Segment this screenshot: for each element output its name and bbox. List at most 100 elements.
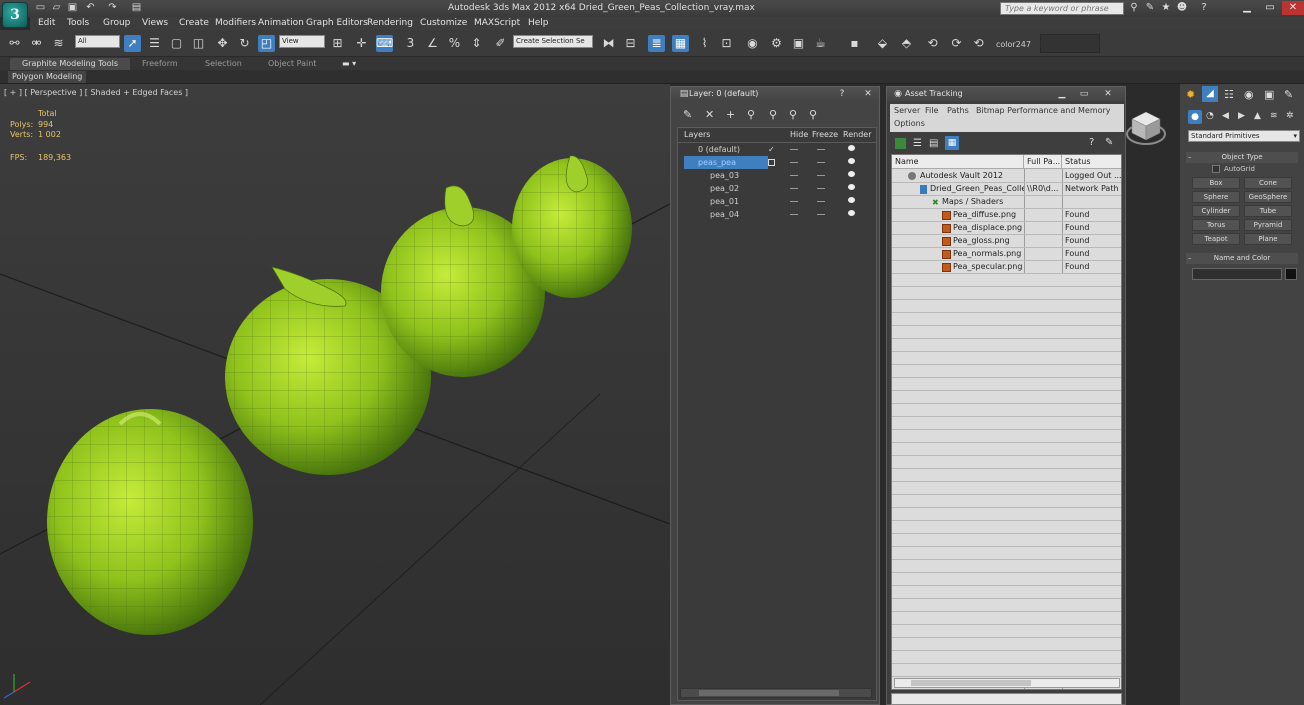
new-file-icon[interactable]: ▭ — [34, 2, 47, 14]
mirror-icon[interactable]: ⧓ — [600, 35, 617, 52]
render-eye-icon[interactable] — [848, 171, 855, 177]
object-type-rollout[interactable]: – Object Type — [1186, 152, 1298, 163]
menu-maxscript[interactable]: MAXScript — [474, 18, 520, 28]
col-hide[interactable]: Hide — [790, 130, 808, 139]
col-freeze[interactable]: Freeze — [812, 130, 838, 139]
shapes-icon[interactable]: ◔ — [1206, 111, 1214, 121]
cylinder-button[interactable]: Cylinder — [1192, 205, 1240, 217]
menu-rendering[interactable]: Rendering — [367, 18, 413, 28]
layer-manager-icon[interactable]: ≣ — [648, 35, 665, 52]
asset-row[interactable]: ✖ Maps / Shaders — [892, 196, 1121, 209]
sphere-button[interactable]: Sphere — [1192, 191, 1240, 203]
render-eye-icon[interactable] — [848, 197, 855, 203]
layer-new-icon[interactable]: ✎ — [683, 108, 692, 121]
render-eye-icon[interactable] — [848, 210, 855, 216]
layer-row[interactable]: pea_01 — [680, 195, 874, 208]
systems-icon[interactable]: ✲ — [1286, 111, 1294, 121]
layer-horizontal-scrollbar[interactable] — [680, 688, 872, 698]
vray-icon-6[interactable]: ⟲ — [970, 35, 987, 52]
search-input[interactable]: Type a keyword or phrase — [1000, 2, 1124, 15]
render-setup-icon[interactable]: ⚙ — [768, 35, 785, 52]
menu-edit[interactable]: Edit — [38, 18, 55, 28]
helpers-icon[interactable]: ▲ — [1254, 111, 1261, 121]
vray-icon-3[interactable]: ⬘ — [898, 35, 915, 52]
create-tab-icon[interactable]: ✹ — [1186, 88, 1195, 101]
layer-row[interactable]: 0 (default) ✓ — [680, 143, 874, 156]
select-object-icon[interactable]: ➚ — [124, 35, 141, 52]
asset-menu-options[interactable]: Options — [894, 119, 925, 128]
select-link-icon[interactable]: ⚯ — [6, 35, 23, 52]
asset-row[interactable]: Pea_specular.png Found — [892, 261, 1121, 274]
project-folder-icon[interactable]: ▤ — [130, 2, 143, 14]
edit-named-selection-icon[interactable]: ✐ — [492, 35, 509, 52]
col-full-path[interactable]: Full Pa... — [1024, 155, 1062, 169]
named-selection-dropdown[interactable]: Create Selection Se — [513, 35, 593, 48]
rect-selection-icon[interactable]: ▢ — [168, 35, 185, 52]
percent-snap-icon[interactable]: % — [446, 35, 463, 52]
modify-tab-icon[interactable]: ◢ — [1202, 86, 1218, 102]
tab-freeform[interactable]: Freeform — [142, 58, 178, 70]
hierarchy-tab-icon[interactable]: ☷ — [1224, 88, 1234, 101]
asset-row[interactable]: Pea_diffuse.png Found — [892, 209, 1121, 222]
align-icon[interactable]: ⊟ — [622, 35, 639, 52]
layer-row[interactable]: pea_04 — [680, 208, 874, 221]
polygon-modeling-panel[interactable]: Polygon Modeling — [8, 71, 87, 83]
vray-icon-1[interactable]: ▪ — [846, 35, 863, 52]
user-icon[interactable]: ☻ — [1176, 2, 1188, 14]
menu-customize[interactable]: Customize — [420, 18, 467, 28]
col-layers[interactable]: Layers — [684, 130, 710, 139]
asset-row[interactable]: Autodesk Vault 2012 Logged Out ... — [892, 170, 1121, 183]
viewcube[interactable] — [1126, 108, 1166, 148]
primitive-category-dropdown[interactable]: Standard Primitives ▾ — [1188, 130, 1300, 142]
select-by-name-icon[interactable]: ☰ — [146, 35, 163, 52]
save-file-icon[interactable]: ▣ — [66, 2, 79, 14]
layer-help-button[interactable]: ? — [833, 88, 851, 100]
menu-modifiers[interactable]: Modifiers — [215, 18, 256, 28]
unlink-icon[interactable]: ⚮ — [28, 35, 45, 52]
spinner-snap-icon[interactable]: ⇕ — [468, 35, 485, 52]
torus-button[interactable]: Torus — [1192, 219, 1240, 231]
asset-help-icon[interactable]: ? — [1089, 137, 1094, 148]
render-production-icon[interactable]: ☕ — [812, 35, 829, 52]
asset-row[interactable]: Pea_normals.png Found — [892, 248, 1121, 261]
layer-close-button[interactable]: ✕ — [859, 88, 877, 100]
asset-menu-file[interactable]: File — [925, 106, 938, 115]
curve-editor-icon[interactable]: ⌇ — [696, 35, 713, 52]
help-icon[interactable]: ? — [1198, 2, 1210, 14]
minimize-button[interactable]: ▁ — [1236, 1, 1258, 15]
object-color-swatch[interactable] — [1285, 268, 1297, 280]
layer-freeze-all-icon[interactable]: ⚲ — [809, 108, 817, 121]
window-crossing-icon[interactable]: ◫ — [190, 35, 207, 52]
perspective-viewport[interactable]: [ + ] [ Perspective ] [ Shaded + Edged F… — [0, 84, 670, 705]
menu-create[interactable]: Create — [179, 18, 209, 28]
angle-snap-icon[interactable]: ∠ — [424, 35, 441, 52]
layer-row[interactable]: peas_pea — [680, 156, 874, 169]
plane-button[interactable]: Plane — [1244, 233, 1292, 245]
snaps-toggle-icon[interactable]: 3 — [402, 35, 419, 52]
object-name-input[interactable] — [1192, 268, 1282, 280]
asset-horizontal-scrollbar[interactable] — [894, 678, 1120, 688]
asset-row[interactable]: Pea_gloss.png Found — [892, 235, 1121, 248]
rendered-frame-icon[interactable]: ▣ — [790, 35, 807, 52]
asset-refresh-icon[interactable] — [895, 138, 906, 149]
app-logo-button[interactable]: 3 — [2, 2, 28, 28]
render-eye-icon[interactable] — [848, 184, 855, 190]
geosphere-button[interactable]: GeoSphere — [1244, 191, 1292, 203]
spacewarps-icon[interactable]: ≋ — [1270, 111, 1278, 121]
display-tab-icon[interactable]: ▣ — [1264, 88, 1274, 101]
asset-minimize-button[interactable]: ▁ — [1053, 88, 1071, 100]
box-button[interactable]: Box — [1192, 177, 1240, 189]
layer-delete-icon[interactable]: ✕ — [705, 108, 714, 121]
tube-button[interactable]: Tube — [1244, 205, 1292, 217]
ribbon-options-icon[interactable]: ▬ ▾ — [342, 58, 356, 70]
asset-table-icon[interactable]: ▤ — [929, 138, 938, 149]
favorites-icon[interactable]: ★ — [1160, 2, 1172, 14]
asset-path-field[interactable] — [891, 693, 1122, 705]
pivot-center-icon[interactable]: ⊞ — [329, 35, 346, 52]
col-status[interactable]: Status — [1062, 155, 1121, 169]
vray-icon-2[interactable]: ⬙ — [874, 35, 891, 52]
menu-views[interactable]: Views — [142, 18, 168, 28]
cone-button[interactable]: Cone — [1244, 177, 1292, 189]
scale-icon[interactable]: ◰ — [258, 35, 275, 52]
tab-graphite-modeling-tools[interactable]: Graphite Modeling Tools — [10, 58, 130, 70]
